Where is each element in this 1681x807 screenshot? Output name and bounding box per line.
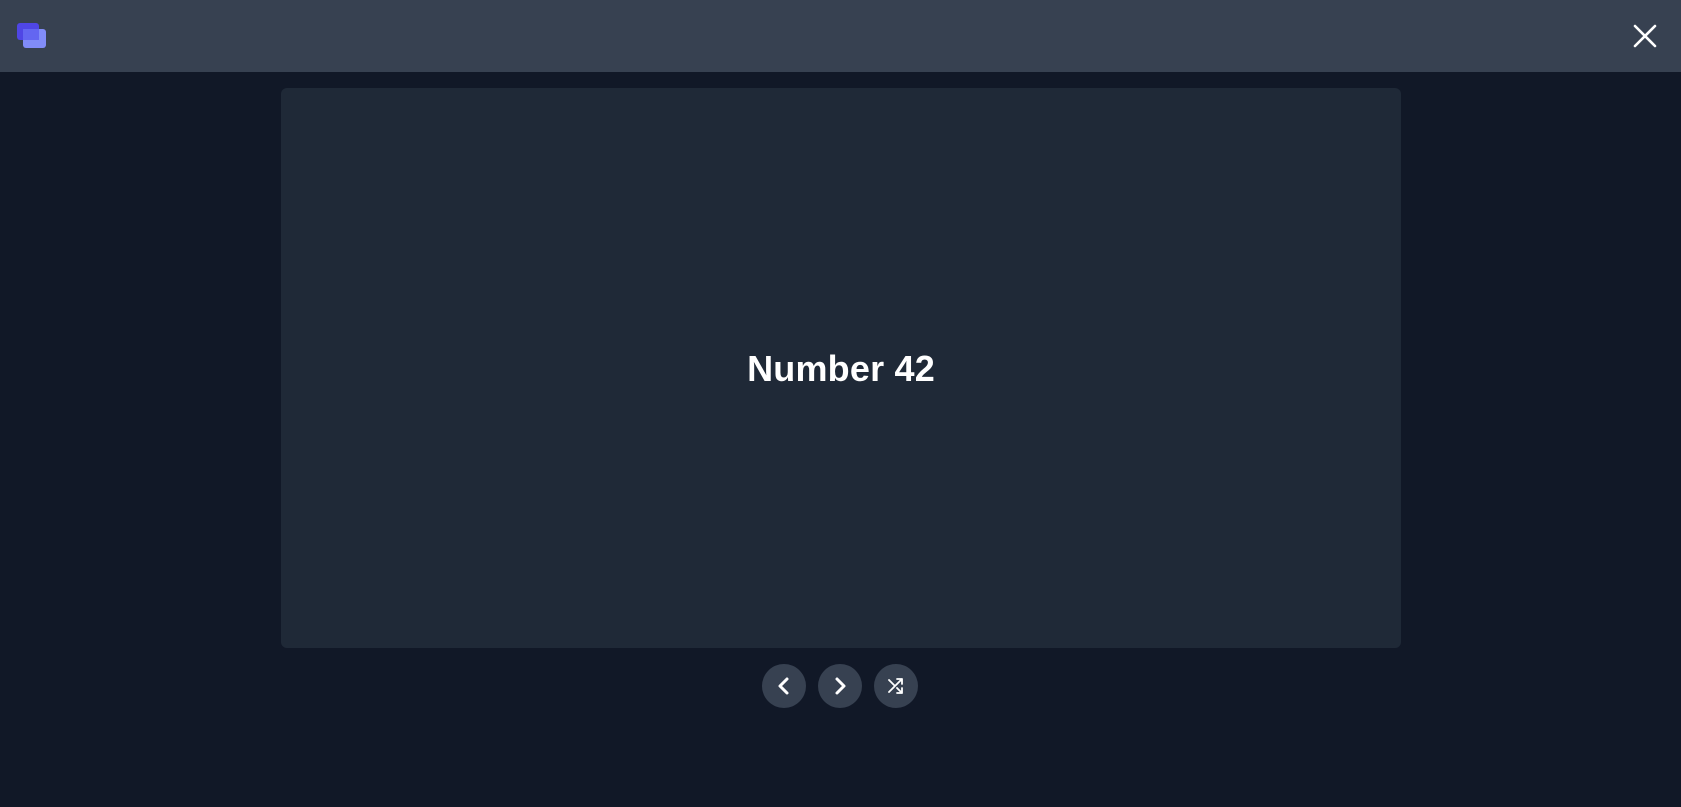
chevron-right-icon	[835, 677, 846, 695]
chevron-left-icon	[778, 677, 789, 695]
card-controls	[762, 664, 918, 708]
shuffle-button[interactable]	[874, 664, 918, 708]
shuffle-icon	[888, 678, 903, 694]
close-icon	[1633, 24, 1657, 48]
close-button[interactable]	[1629, 20, 1661, 52]
flashcard[interactable]: Number 42	[281, 88, 1401, 648]
previous-button[interactable]	[762, 664, 806, 708]
stacked-cards-icon	[17, 23, 47, 49]
card-text: Number 42	[747, 348, 935, 389]
next-button[interactable]	[818, 664, 862, 708]
top-bar	[0, 0, 1681, 72]
